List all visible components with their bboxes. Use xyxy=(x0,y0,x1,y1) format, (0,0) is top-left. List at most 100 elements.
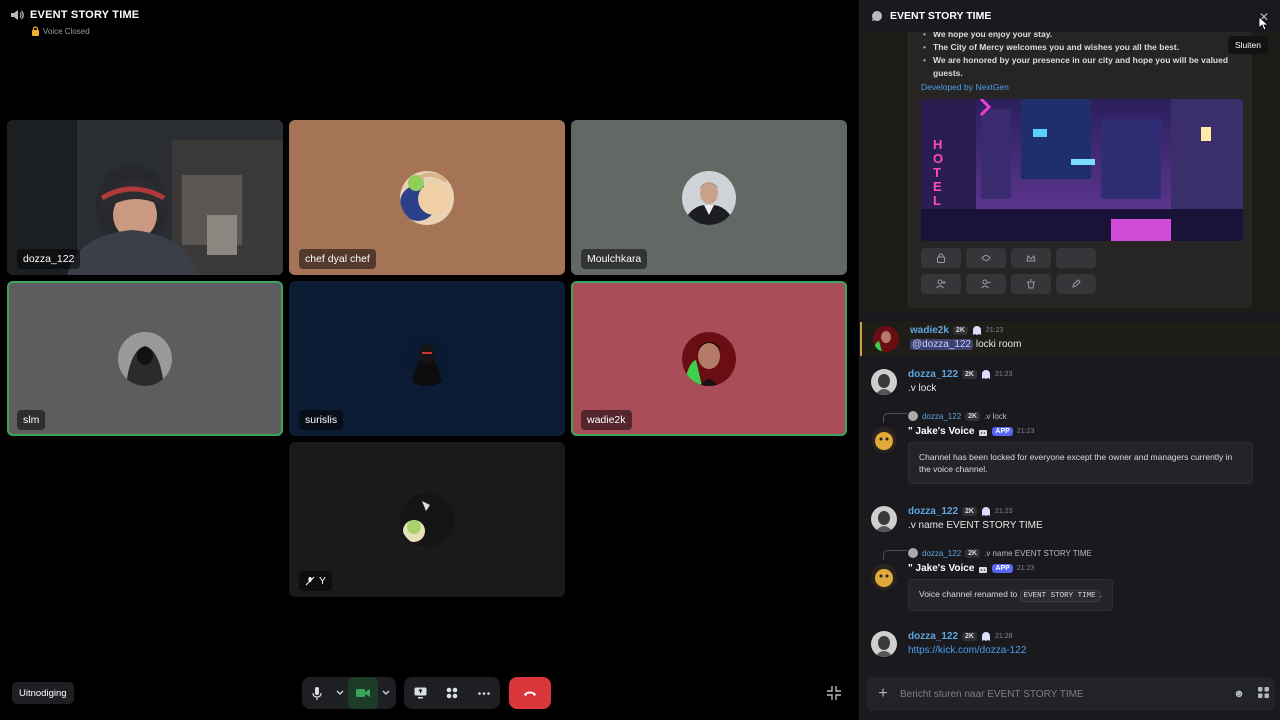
hangup-icon xyxy=(524,691,536,696)
apps-icon[interactable] xyxy=(1251,687,1275,701)
voice-status: Voice Closed xyxy=(43,26,90,36)
embed-invite-button[interactable] xyxy=(921,274,961,294)
mention[interactable]: @dozza_122 xyxy=(910,339,974,350)
av-controls xyxy=(302,677,396,709)
username[interactable]: " Jake's Voice xyxy=(908,563,974,574)
chat-message: dozza_122 2K .v name EVENT STORY TIME " … xyxy=(860,545,1280,617)
mic-button[interactable] xyxy=(302,677,332,709)
message-header: dozza_122 2K 21:28 xyxy=(908,631,1013,642)
user-badge: 2K xyxy=(962,632,977,641)
emoji-icon[interactable]: ☻ xyxy=(1227,688,1251,700)
message-header: wadie2k 2K 21:23 xyxy=(910,325,1003,336)
embed-lock-button[interactable] xyxy=(921,248,961,268)
camera-options-button[interactable] xyxy=(378,677,394,709)
message-header: dozza_122 2K 21:23 xyxy=(908,369,1013,380)
screenshare-button[interactable] xyxy=(404,677,436,709)
embed-kick-button[interactable] xyxy=(966,274,1006,294)
embed-hide-button[interactable] xyxy=(966,248,1006,268)
more-button[interactable] xyxy=(468,677,500,709)
avatar xyxy=(873,326,899,352)
embed-image[interactable]: HOTEL xyxy=(921,99,1243,241)
avatar xyxy=(400,331,454,386)
plus-icon[interactable]: + xyxy=(866,685,900,703)
message-header: " Jake's Voice APP 21:23 xyxy=(908,426,1034,437)
voice-header: EVENT STORY TIME Voice Closed xyxy=(10,9,139,36)
embed-line: We are honored by your presence in our c… xyxy=(923,54,1252,80)
app-badge: APP xyxy=(992,564,1013,573)
avatar xyxy=(400,492,454,547)
chat-message: wadie2k 2K 21:23 @dozza_122 locki room xyxy=(860,322,1280,356)
invite-button[interactable]: Uitnodiging xyxy=(12,682,74,704)
avatar xyxy=(682,331,736,386)
robot-icon xyxy=(979,429,988,436)
message-input-bar: + Bericht sturen naar EVENT STORY TIME ☻ xyxy=(866,677,1275,711)
lock-icon xyxy=(32,26,39,36)
timestamp: 21:23 xyxy=(1016,565,1035,572)
reply-preview[interactable]: dozza_122 2K .v name EVENT STORY TIME xyxy=(908,548,1092,558)
pencil-icon xyxy=(1072,279,1081,288)
mic-options-button[interactable] xyxy=(332,677,348,709)
more-icon xyxy=(478,691,490,695)
message-body: .v lock xyxy=(908,383,937,394)
activities-button[interactable] xyxy=(436,677,468,709)
timestamp: 21:23 xyxy=(985,327,1004,334)
voice-channel-title: EVENT STORY TIME xyxy=(30,9,140,21)
chevron-down-icon xyxy=(336,690,344,695)
crown-icon xyxy=(1026,254,1036,262)
participant-tile[interactable]: wadie2k xyxy=(571,281,847,436)
timestamp: 21:28 xyxy=(994,633,1013,640)
embed-edit-button[interactable] xyxy=(1056,274,1096,294)
user-remove-icon xyxy=(981,279,991,289)
participant-tile[interactable]: chef dyal chef xyxy=(289,120,565,275)
participant-tile[interactable]: Y xyxy=(289,442,565,597)
mouse-cursor-icon xyxy=(1258,16,1268,31)
avatar xyxy=(871,631,897,657)
message-link[interactable]: https://kick.com/dozza-122 xyxy=(908,645,1026,656)
disconnect-button[interactable] xyxy=(509,677,551,709)
thread-icon xyxy=(872,10,883,21)
app-badge: APP xyxy=(992,427,1013,436)
embed-list: We hope you enjoy your stay. The City of… xyxy=(911,28,1252,80)
timestamp: 21:23 xyxy=(1016,428,1035,435)
discord-window: EVENT STORY TIME Voice Closed dozza_122 … xyxy=(0,0,1280,720)
ghost-icon xyxy=(981,370,990,379)
username[interactable]: " Jake's Voice xyxy=(908,426,974,437)
voice-stage: EVENT STORY TIME Voice Closed dozza_122 … xyxy=(0,0,856,720)
participant-name: Y xyxy=(299,571,333,591)
ghost-icon xyxy=(981,632,990,641)
reply-connector xyxy=(883,550,907,560)
chat-message: dozza_122 2K 21:23 .v name EVENT STORY T… xyxy=(860,503,1280,533)
message-header: dozza_122 2K 21:23 xyxy=(908,506,1013,517)
avatar xyxy=(400,170,454,225)
bot-response-box: Voice channel renamed to EVENT STORY TIM… xyxy=(908,579,1114,611)
message-body: @dozza_122 locki room xyxy=(910,339,1022,350)
chat-panel: EVENT STORY TIME ✕ We hope you enjoy you… xyxy=(859,0,1280,720)
participant-tile[interactable]: dozza_122 xyxy=(7,120,283,275)
fullscreen-icon[interactable] xyxy=(826,685,842,701)
embed-empty-button[interactable] xyxy=(1056,248,1096,268)
username[interactable]: wadie2k xyxy=(910,325,949,336)
ghost-icon xyxy=(972,326,981,335)
user-badge: 2K xyxy=(962,507,977,516)
avatar xyxy=(871,506,897,532)
embed-developer-link[interactable]: Developed by NextGen xyxy=(921,82,1009,92)
embed-limit-button[interactable] xyxy=(1011,248,1051,268)
participant-tile[interactable]: slm xyxy=(7,281,283,436)
trash-icon xyxy=(1027,279,1035,289)
eye-off-icon xyxy=(981,255,991,261)
participant-name: Moulchkara xyxy=(581,249,648,269)
message-input[interactable]: Bericht sturen naar EVENT STORY TIME xyxy=(900,689,1227,700)
username[interactable]: dozza_122 xyxy=(908,369,958,380)
embed-delete-button[interactable] xyxy=(1011,274,1051,294)
reply-preview[interactable]: dozza_122 2K .v lock xyxy=(908,411,1007,421)
participant-tile[interactable]: Moulchkara xyxy=(571,120,847,275)
embed-message: We hope you enjoy your stay. The City of… xyxy=(860,28,1280,312)
username[interactable]: dozza_122 xyxy=(908,506,958,517)
camera-icon xyxy=(356,689,370,697)
ghost-icon xyxy=(981,507,990,516)
username[interactable]: dozza_122 xyxy=(908,631,958,642)
avatar xyxy=(682,170,736,225)
participant-tile[interactable]: surislis xyxy=(289,281,565,436)
camera-button[interactable] xyxy=(348,677,378,709)
avatar xyxy=(118,331,172,386)
